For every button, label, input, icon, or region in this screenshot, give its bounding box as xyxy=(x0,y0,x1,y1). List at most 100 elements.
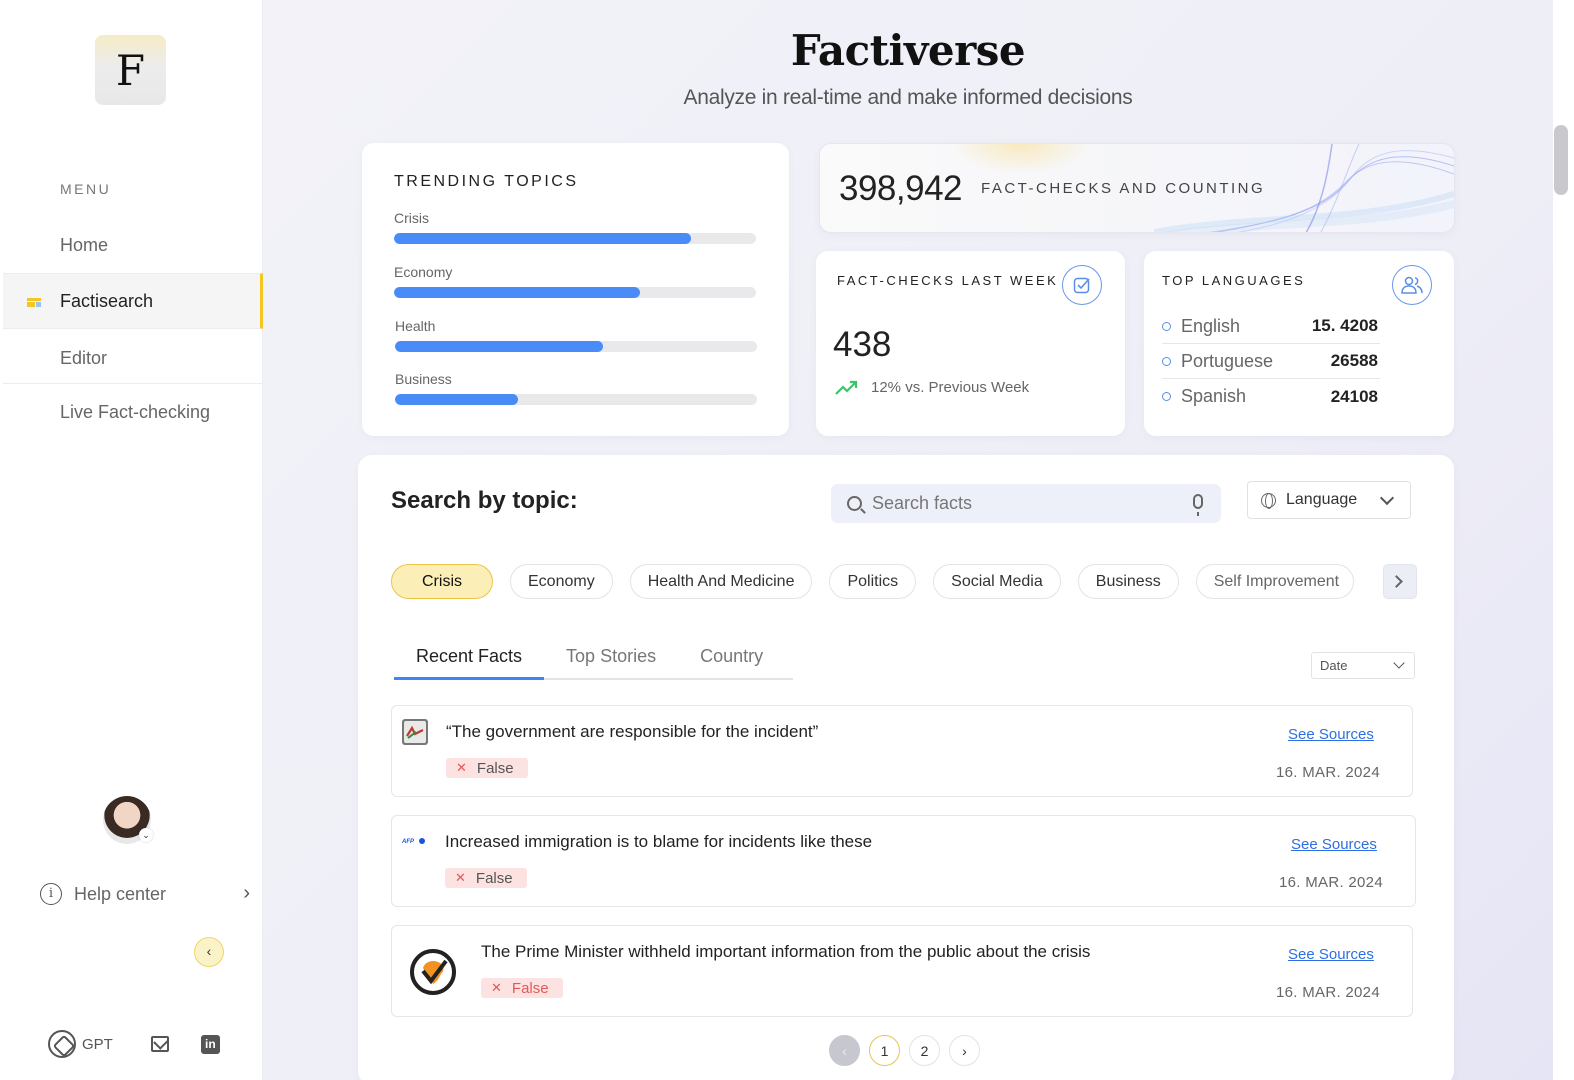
tab-recent-facts[interactable]: Recent Facts xyxy=(394,642,545,680)
openai-icon xyxy=(48,1030,76,1058)
topic-row[interactable]: Business xyxy=(395,371,757,405)
fact-card[interactable]: AFP Increased immigration is to blame fo… xyxy=(391,815,1416,907)
checkbox-icon xyxy=(1062,265,1102,305)
language-name: English xyxy=(1181,315,1241,336)
globe-icon xyxy=(1261,492,1276,509)
verdict-label: False xyxy=(475,869,513,887)
scrollbar-thumb[interactable] xyxy=(1554,125,1568,195)
fact-checks-last-week-card: FACT-CHECKS LAST WEEK 438 12% vs. Previo… xyxy=(816,251,1125,436)
next-page-button[interactable]: › xyxy=(949,1035,980,1066)
top-languages-heading: TOP LANGUAGES xyxy=(1162,273,1306,288)
see-sources-link[interactable]: See Sources xyxy=(1288,946,1374,963)
fact-date: 16. MAR. 2024 xyxy=(1276,764,1380,781)
language-count: 15. 4208 xyxy=(1311,316,1378,335)
page-button-1[interactable]: 1 xyxy=(869,1035,900,1066)
chip-crisis[interactable]: Crisis xyxy=(391,564,493,599)
verdict-label: False xyxy=(511,979,549,997)
chip-business[interactable]: Business xyxy=(1077,564,1179,599)
fact-claim: The Prime Minister withheld important in… xyxy=(481,942,1091,961)
topic-chips: Crisis Economy Health And Medicine Polit… xyxy=(391,564,1354,599)
chip-health-and-medicine[interactable]: Health And Medicine xyxy=(629,564,813,599)
chip-self-improvement[interactable]: Self Improvement xyxy=(1195,564,1354,599)
language-dropdown[interactable]: Language xyxy=(1247,481,1411,519)
sidebar-item-factisearch[interactable]: Factisearch xyxy=(3,273,263,329)
tab-country[interactable]: Country xyxy=(678,642,785,680)
fact-date: 16. MAR. 2024 xyxy=(1279,874,1383,891)
gpt-label: GPT xyxy=(82,1035,113,1053)
scrollbar[interactable] xyxy=(1553,0,1574,1080)
sidebar-item-editor[interactable]: Editor xyxy=(3,330,263,386)
see-sources-link[interactable]: See Sources xyxy=(1288,726,1374,743)
fact-claim: “The government are responsible for the … xyxy=(446,722,819,741)
fact-card[interactable]: The Prime Minister withheld important in… xyxy=(391,925,1413,1017)
last-week-heading: FACT-CHECKS LAST WEEK xyxy=(837,273,1059,288)
tab-top-stories[interactable]: Top Stories xyxy=(544,642,678,680)
help-center-label: Help center xyxy=(74,883,167,904)
search-icon xyxy=(847,496,862,511)
topic-bar-fill xyxy=(394,233,691,244)
total-fact-checks-caption: FACT-CHECKS AND COUNTING xyxy=(981,180,1266,197)
chevron-down-icon[interactable]: ⌄ xyxy=(139,828,153,842)
sidebar-item-live-fact-checking[interactable]: Live Fact-checking xyxy=(3,384,263,440)
chip-social-media[interactable]: Social Media xyxy=(933,564,1061,599)
sidebar: F MENU Home Factisearch Editor Live Fact… xyxy=(0,0,263,1080)
topic-row[interactable]: Economy xyxy=(394,264,756,298)
top-languages-card: TOP LANGUAGES English 15. 4208 Portugues… xyxy=(1144,251,1454,436)
sidebar-item-label: Editor xyxy=(60,347,108,368)
app-logo[interactable]: F xyxy=(95,35,166,105)
gpt-link[interactable]: GPT xyxy=(48,1030,113,1058)
factisearch-icon xyxy=(27,298,41,307)
fact-card[interactable]: “The government are responsible for the … xyxy=(391,705,1413,797)
verdict-badge: ✕ False xyxy=(446,758,528,778)
info-icon: i xyxy=(40,883,62,905)
page-button-2[interactable]: 2 xyxy=(909,1035,940,1066)
menu-label: MENU xyxy=(60,181,112,197)
help-center-link[interactable]: i Help center › xyxy=(40,880,250,908)
verdict-badge: ✕ False xyxy=(481,978,563,998)
pagination: ‹ 1 2 › xyxy=(829,1035,980,1066)
sidebar-item-home[interactable]: Home xyxy=(3,217,263,273)
topic-label: Crisis xyxy=(394,210,429,226)
search-box[interactable] xyxy=(831,484,1221,523)
linkedin-icon[interactable]: in xyxy=(200,1034,220,1054)
topic-row[interactable]: Health xyxy=(395,318,757,352)
afp-logo-icon: AFP xyxy=(401,834,428,846)
chevron-down-icon xyxy=(1379,490,1395,506)
language-row: English 15. 4208 xyxy=(1162,309,1380,344)
language-row: Spanish 24108 xyxy=(1162,379,1380,414)
footer-links: GPT in xyxy=(48,1030,220,1058)
see-sources-link[interactable]: See Sources xyxy=(1291,836,1377,853)
chips-next-button[interactable] xyxy=(1383,564,1417,599)
page-subtitle: Analyze in real-time and make informed d… xyxy=(683,86,1133,109)
chip-economy[interactable]: Economy xyxy=(510,564,613,599)
previous-page-button[interactable]: ‹ xyxy=(829,1035,860,1066)
search-title: Search by topic: xyxy=(391,487,578,514)
topic-bar xyxy=(394,233,756,244)
trend-indicator: 12% vs. Previous Week xyxy=(835,379,1029,396)
mail-icon[interactable] xyxy=(150,1036,169,1052)
total-fact-checks-value: 398,942 xyxy=(839,169,963,208)
topic-bar xyxy=(394,287,756,298)
microphone-icon[interactable] xyxy=(1193,494,1203,516)
verdict-label: False xyxy=(476,759,514,777)
page-title: Factiverse xyxy=(790,26,1026,75)
close-icon: ✕ xyxy=(456,760,467,775)
language-row: Portuguese 26588 xyxy=(1162,344,1380,379)
collapse-sidebar-button[interactable]: ‹ xyxy=(194,937,224,967)
sort-dropdown[interactable]: Date xyxy=(1311,652,1415,679)
language-name: Spanish xyxy=(1181,386,1247,406)
topic-label: Economy xyxy=(394,264,453,280)
topic-row[interactable]: Crisis xyxy=(394,210,756,244)
fact-date: 16. MAR. 2024 xyxy=(1276,984,1380,1001)
sidebar-item-label: Live Fact-checking xyxy=(60,401,211,422)
close-icon: ✕ xyxy=(491,980,502,995)
search-panel: Search by topic: Language Crisis Economy… xyxy=(358,455,1454,1080)
bullet-icon xyxy=(1162,392,1171,401)
search-input[interactable] xyxy=(872,493,1172,514)
source-logo-icon xyxy=(402,719,428,745)
banner-glow xyxy=(950,144,1090,174)
topic-bar-fill xyxy=(395,394,519,405)
topic-label: Business xyxy=(395,371,452,387)
chevron-right-icon: › xyxy=(243,882,250,904)
chip-politics[interactable]: Politics xyxy=(829,564,917,599)
